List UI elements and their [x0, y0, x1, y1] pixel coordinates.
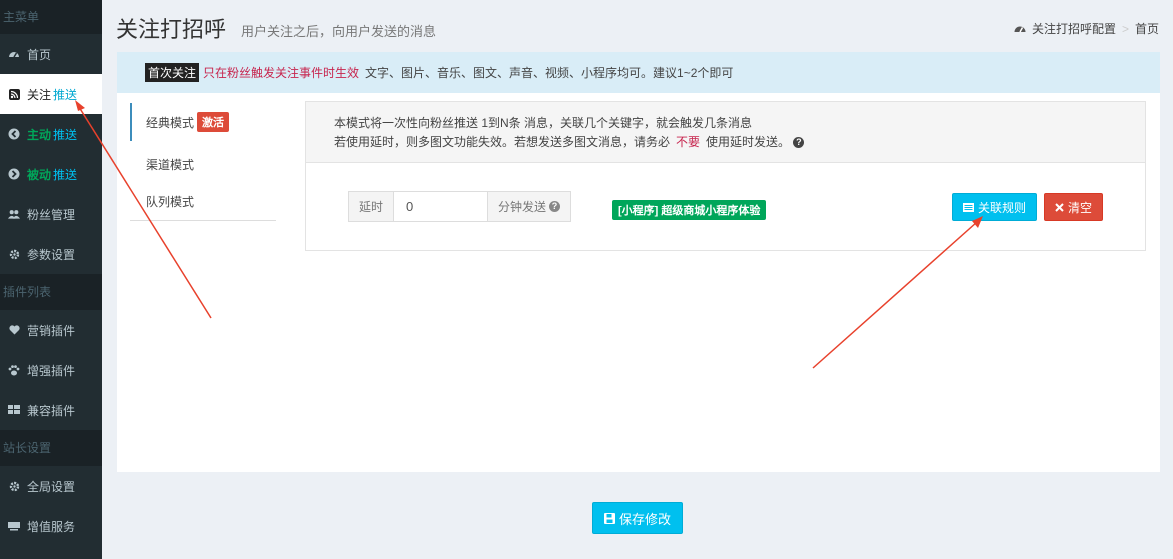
main-box: 首次关注 只在粉丝触发关注事件时生效 文字、图片、音乐、图文、声音、视频、小程序…: [117, 52, 1160, 472]
link-rule-button[interactable]: 关联规则: [952, 193, 1038, 221]
tab-label: 经典模式: [146, 115, 195, 130]
clear-button[interactable]: 清空: [1044, 193, 1104, 221]
sidebar-item-compat-plugin[interactable]: 兼容插件: [0, 390, 102, 430]
info-callout: 首次关注 只在粉丝触发关注事件时生效 文字、图片、音乐、图文、声音、视频、小程序…: [117, 52, 1160, 93]
gear-icon: [8, 481, 20, 492]
tab-classic[interactable]: 经典模式 激活: [130, 103, 276, 141]
arrow-circle-left-icon: [8, 128, 20, 140]
sidebar-header-plugins: 插件列表: [0, 274, 102, 310]
question-circle-icon[interactable]: ?: [793, 137, 805, 149]
status-badge: 激活: [197, 112, 230, 132]
paw-icon: [8, 364, 20, 376]
floppy-disk-icon: [604, 512, 615, 524]
sidebar-header-admin: 站长设置: [0, 430, 102, 466]
save-label: 保存修改: [619, 511, 672, 527]
sidebar-item-value-added[interactable]: 增值服务: [0, 506, 102, 546]
heart-icon: [8, 325, 20, 335]
sidebar-item-label: 全局设置: [27, 479, 76, 494]
sidebar-item-params[interactable]: 参数设置: [0, 234, 102, 274]
callout-text: 文字、图片、音乐、图文、声音、视频、小程序均可。建议1~2个即可: [365, 66, 734, 80]
sidebar-item-label: 关注: [27, 87, 52, 102]
sidebar-item-label: 被动: [27, 167, 52, 182]
sidebar-item-active-push[interactable]: 主动 推送: [0, 114, 102, 154]
arrow-circle-right-icon: [8, 168, 20, 180]
sidebar-item-home[interactable]: 首页: [0, 34, 102, 74]
description-line-2-a: 若使用延时，则多图文功能失效。若想发送多图文消息，请务必: [334, 135, 671, 149]
sidebar-item-label: 增强插件: [27, 363, 76, 378]
sidebar-item-label: 增值服务: [27, 519, 76, 534]
sidebar-item-label: 首页: [27, 47, 52, 62]
description-warning: 不要: [676, 135, 701, 149]
close-icon: [1055, 202, 1064, 212]
tab-label: 队列模式: [146, 194, 195, 209]
delay-unit-label: 分钟发送: [498, 200, 547, 214]
description-line-2: 若使用延时，则多图文功能失效。若想发送多图文消息，请务必 不要 使用延时发送。 ?: [334, 133, 1145, 152]
callout-highlight: 只在粉丝触发关注事件时生效: [203, 66, 360, 80]
delay-unit: 分钟发送 ?: [488, 192, 571, 221]
sidebar-header-main: 主菜单: [0, 0, 102, 34]
grid-icon: [8, 405, 20, 415]
sidebar-item-fans[interactable]: 粉丝管理: [0, 194, 102, 234]
sidebar-item-label: 粉丝管理: [27, 207, 76, 222]
gear-icon: [8, 249, 20, 260]
page-subtitle: 用户关注之后，向用户发送的消息: [241, 24, 437, 39]
callout-tag: 首次关注: [145, 63, 200, 82]
sidebar-item-follow-push[interactable]: 关注 推送: [0, 74, 102, 114]
classic-mode-panel: 本模式将一次性向粉丝推送 1到N条 消息，关联几个关键字，就会触发几条消息 若使…: [305, 101, 1146, 251]
sidebar-item-suffix: 推送: [53, 167, 78, 182]
clear-label: 清空: [1068, 200, 1093, 215]
description-line-2-b: 使用延时发送。: [706, 135, 791, 149]
dashboard-icon: [8, 48, 20, 60]
page-title: 关注打招呼: [116, 18, 227, 43]
sidebar-item-global-settings[interactable]: 全局设置: [0, 466, 102, 506]
breadcrumb-current[interactable]: 关注打招呼配置: [1032, 20, 1116, 37]
sidebar-item-marketing-plugin[interactable]: 营销插件: [0, 310, 102, 350]
breadcrumb-home[interactable]: 首页: [1135, 20, 1159, 37]
link-rule-label: 关联规则: [978, 200, 1027, 215]
sidebar-item-label: 营销插件: [27, 323, 76, 338]
sidebar-item-label: 兼容插件: [27, 403, 76, 418]
sidebar-item-enhance-plugin[interactable]: 增强插件: [0, 350, 102, 390]
tab-channel[interactable]: 渠道模式: [130, 145, 276, 183]
dashboard-icon: [1014, 23, 1026, 34]
keyboard-icon: [8, 521, 20, 531]
panel-description: 本模式将一次性向粉丝推送 1到N条 消息，关联几个关键字，就会触发几条消息 若使…: [306, 102, 1145, 163]
content-header: 关注打招呼 用户关注之后，向用户发送的消息 关注打招呼配置 > 首页: [102, 0, 1173, 52]
tab-queue[interactable]: 队列模式: [130, 182, 276, 220]
description-line-1: 本模式将一次性向粉丝推送 1到N条 消息，关联几个关键字，就会触发几条消息: [334, 116, 753, 130]
sidebar-item-suffix: 推送: [53, 127, 78, 142]
save-button[interactable]: 保存修改: [592, 502, 684, 534]
breadcrumb-separator: >: [1121, 21, 1129, 36]
sidebar-item-passive-push[interactable]: 被动 推送: [0, 154, 102, 194]
sidebar-item-label: 参数设置: [27, 247, 76, 262]
delay-input[interactable]: [393, 192, 489, 221]
question-circle-icon[interactable]: ?: [549, 201, 561, 212]
rss-icon: [8, 88, 20, 100]
delay-input-group: 延时 分钟发送 ?: [348, 191, 572, 222]
delay-label: 延时: [349, 192, 394, 221]
tab-label: 渠道模式: [146, 157, 195, 172]
miniprogram-label: [小程序] 超级商城小程序体验: [612, 200, 767, 220]
sidebar: 主菜单 首页 关注 推送 主动 推送 被动 推送 粉丝管理 参数设置 插件列表 …: [0, 0, 102, 559]
breadcrumb: 关注打招呼配置 > 首页: [1014, 20, 1159, 37]
sidebar-item-suffix: 推送: [53, 87, 78, 102]
users-icon: [8, 209, 20, 220]
mode-tabs: 经典模式 激活 渠道模式 队列模式: [130, 101, 276, 221]
sidebar-item-label: 主动: [27, 127, 52, 142]
list-icon: [963, 202, 974, 212]
